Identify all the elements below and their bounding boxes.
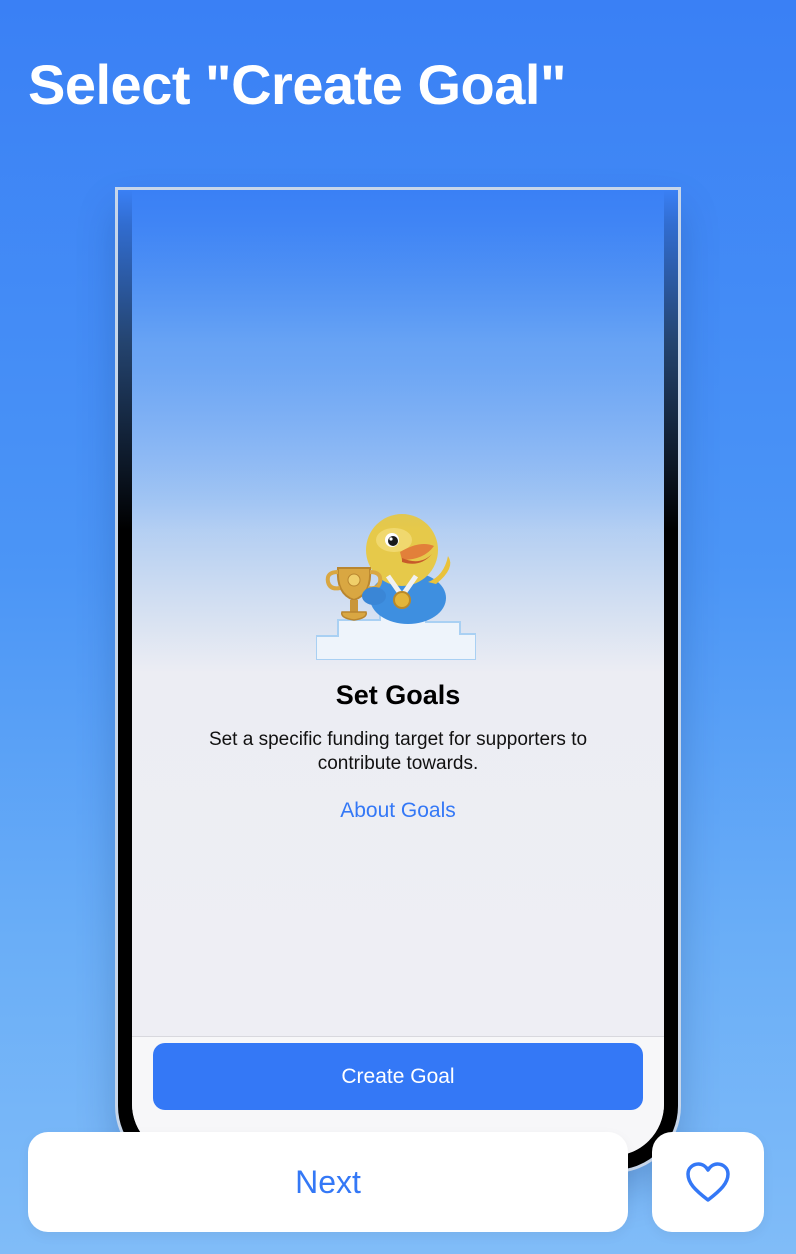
screen-title: Set Goals [335,680,461,710]
about-goals-link[interactable]: About Goals [132,799,664,823]
next-button[interactable]: Next [28,1132,628,1232]
favorite-button[interactable] [652,1132,764,1232]
heart-icon [686,1162,730,1202]
phone-mockup: Set Goals Set a specific funding target … [118,190,678,1170]
screen-description: Set a specific funding target for suppor… [208,729,588,774]
duck-trophy-icon [316,514,476,660]
phone-screen: Set Goals Set a specific funding target … [132,190,664,1156]
create-goal-button[interactable]: Create Goal [153,1043,643,1110]
page-title: Select "Create Goal" [28,53,567,116]
